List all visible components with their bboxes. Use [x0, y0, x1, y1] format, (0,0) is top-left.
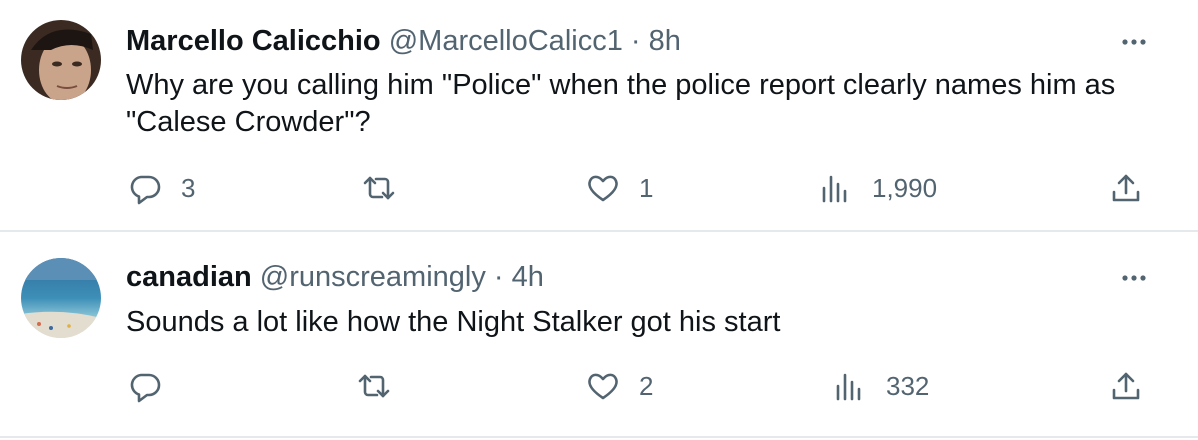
- reply-icon: [130, 373, 161, 403]
- like-count: 2: [639, 370, 654, 401]
- share-icon: [1112, 372, 1140, 400]
- avatar[interactable]: [21, 258, 101, 338]
- heart-icon: [588, 175, 618, 202]
- retweet-button[interactable]: [361, 168, 415, 208]
- heart-icon: [588, 373, 618, 400]
- more-icon[interactable]: [1116, 24, 1152, 60]
- tweet-card[interactable]: Marcello Calicchio @MarcelloCalicc1 · 8h…: [0, 0, 1198, 232]
- share-icon: [1112, 174, 1140, 202]
- tweet-text: Sounds a lot like how the Night Stalker …: [126, 306, 781, 338]
- views-icon: [822, 175, 847, 203]
- reply-button[interactable]: [127, 366, 181, 406]
- reply-count: 3: [181, 172, 196, 203]
- like-count: 1: [639, 172, 654, 203]
- timestamp[interactable]: 8h: [649, 25, 681, 57]
- separator-dot: ·: [630, 25, 641, 57]
- views-button[interactable]: 332: [832, 366, 929, 406]
- like-button[interactable]: 2: [585, 366, 653, 406]
- author-name[interactable]: canadian: [126, 261, 252, 293]
- tweet-card[interactable]: canadian @runscreamingly · 4h Sounds a l…: [0, 232, 1198, 438]
- reply-icon: [130, 175, 161, 205]
- tweet-text: Why are you calling him "Police" when th…: [126, 69, 1116, 138]
- author-name[interactable]: Marcello Calicchio: [126, 25, 381, 57]
- views-count: 1,990: [872, 172, 938, 203]
- retweet-icon: [358, 374, 390, 398]
- tweet-header: canadian @runscreamingly · 4h: [126, 260, 544, 294]
- tweet-header: Marcello Calicchio @MarcelloCalicc1 · 8h: [126, 24, 681, 58]
- views-button[interactable]: 1,990: [818, 168, 937, 208]
- views-count: 332: [886, 370, 930, 401]
- share-button[interactable]: [1108, 366, 1144, 406]
- retweet-button[interactable]: [356, 366, 410, 406]
- more-icon[interactable]: [1116, 260, 1152, 296]
- separator-dot: ·: [493, 261, 504, 293]
- avatar[interactable]: [21, 20, 101, 100]
- like-button[interactable]: 1: [585, 168, 653, 208]
- views-icon: [836, 373, 861, 401]
- share-button[interactable]: [1108, 168, 1144, 208]
- tweet-actions: 3 1 1,990: [0, 168, 1198, 208]
- timestamp[interactable]: 4h: [512, 261, 544, 293]
- retweet-icon: [363, 176, 395, 200]
- author-handle[interactable]: @runscreamingly: [260, 261, 486, 293]
- tweet-actions: 2 332: [0, 366, 1198, 406]
- author-handle[interactable]: @MarcelloCalicc1: [389, 25, 623, 57]
- reply-button[interactable]: 3: [127, 168, 195, 208]
